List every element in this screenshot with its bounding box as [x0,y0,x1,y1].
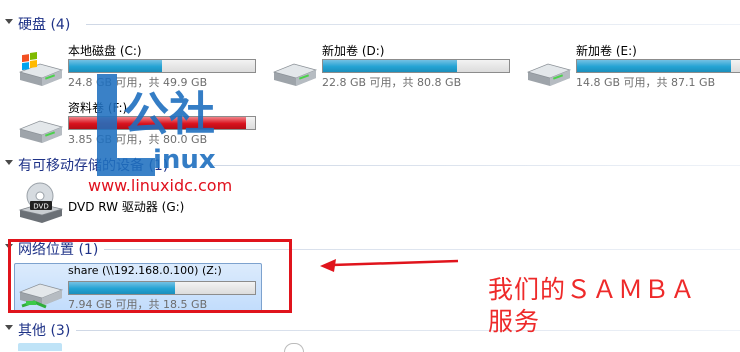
collapse-arrow-icon[interactable] [5,325,13,330]
linuxidc-watermark-logo: 公社 inux [97,74,216,176]
group-divider [214,165,740,166]
annotation-line-1: 我们的ＳＡＭＢＡ [488,275,697,304]
collapse-arrow-icon[interactable] [5,19,13,24]
annotation-arrow-icon [320,259,459,272]
group-divider [86,24,740,25]
windows-drive-icon [18,52,64,86]
usage-bar-fill [69,60,162,72]
annotation-text: 我们的ＳＡＭＢＡ 服务 [488,274,738,338]
drive-d[interactable]: 新加卷 (D:) 22.8 GB 可用，共 80.8 GB [270,42,510,92]
annotation-line-2: 服务 [488,307,541,336]
hard-drive-icon [18,120,64,143]
drive-space: 14.8 GB 可用，共 87.1 GB [576,76,716,89]
logo-text: 公社 [123,87,215,141]
drive-name: 新加卷 (E:) [576,44,637,58]
watermark-url: www.linuxidc.com [88,176,233,195]
usage-bar [576,59,740,73]
group-header-hard-disks[interactable]: 硬盘 (4) [0,13,740,33]
hard-drive-icon [526,63,572,86]
drive-e[interactable]: 新加卷 (E:) 14.8 GB 可用，共 87.1 GB [524,42,740,92]
collapse-arrow-icon[interactable] [5,160,13,165]
usage-bar [322,59,510,73]
usage-bar-fill [577,60,732,72]
hard-drive-icon [272,63,318,86]
logo-sub: inux [153,145,216,175]
usage-bar [68,59,256,73]
dvd-badge: DVD [33,203,48,211]
annotation-highlight-box [8,239,292,313]
group-title: 硬盘 (4) [18,17,71,33]
group-title: 其他 (3) [18,323,71,339]
other-item-partial[interactable] [18,343,62,351]
drive-space: 22.8 GB 可用，共 80.8 GB [322,76,462,89]
drive-name: 新加卷 (D:) [322,44,385,58]
usage-bar-fill [323,60,457,72]
dvd-drive-icon: DVD [18,182,64,223]
drive-name: 本地磁盘 (C:) [68,44,142,58]
drive-name: DVD RW 驱动器 (G:) [68,200,185,214]
